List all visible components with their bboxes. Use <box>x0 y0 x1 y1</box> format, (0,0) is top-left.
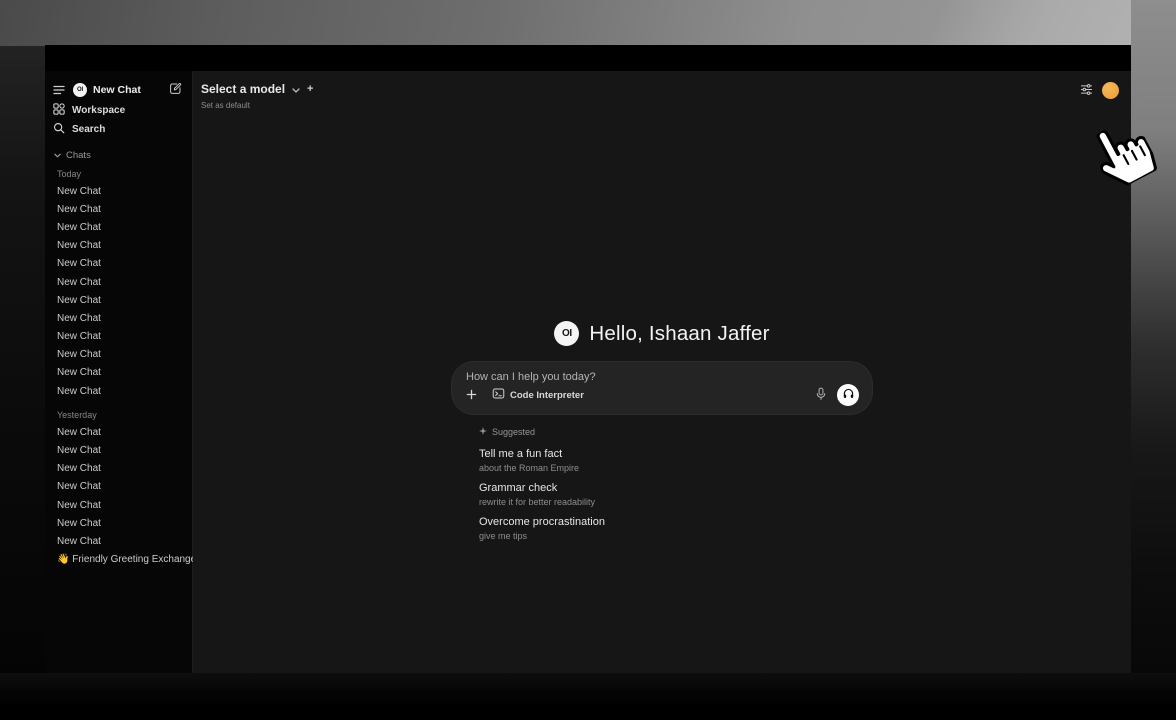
chat-list-item[interactable]: New Chat <box>45 255 192 273</box>
voice-input-button[interactable] <box>815 387 827 404</box>
chat-list-item[interactable]: New Chat <box>45 309 192 327</box>
suggestion-item[interactable]: Grammar check rewrite it for better read… <box>479 482 872 507</box>
main-panel: Select a model + Set as default <box>193 71 1131 673</box>
hero-section: OI Hello, Ishaan Jaffer How can I help y… <box>452 321 872 541</box>
background-gradient-right <box>1131 0 1176 720</box>
message-input[interactable]: How can I help you today? <box>466 371 859 383</box>
screen: OI New Chat Workspace <box>0 0 1176 720</box>
chat-list-item-named[interactable]: 👋 Friendly Greeting Exchange <box>45 551 192 569</box>
topbar: Select a model + Set as default <box>193 71 1131 115</box>
chat-list-item[interactable]: New Chat <box>45 441 192 459</box>
plus-icon <box>466 388 477 403</box>
suggestion-subtitle: rewrite it for better readability <box>479 497 872 507</box>
suggestion-item[interactable]: Tell me a fun fact about the Roman Empir… <box>479 448 872 473</box>
suggested-prompts: Suggested Tell me a fun fact about the R… <box>479 425 872 541</box>
suggestion-item[interactable]: Overcome procrastination give me tips <box>479 516 872 541</box>
search-icon <box>53 122 65 137</box>
suggestion-subtitle: about the Roman Empire <box>479 463 872 473</box>
chat-group-label: Yesterday <box>45 407 192 423</box>
chats-section-toggle[interactable]: Chats <box>45 146 192 164</box>
headphones-icon <box>842 387 855 403</box>
chevron-down-icon <box>54 150 61 161</box>
chat-list-item[interactable]: New Chat <box>45 182 192 200</box>
chat-list-item[interactable]: New Chat <box>45 382 192 400</box>
chat-group-label: Today <box>45 166 192 182</box>
chats-section-label: Chats <box>66 150 91 161</box>
app-logo: OI <box>73 83 87 97</box>
suggestion-list: Tell me a fun fact about the Roman Empir… <box>479 448 872 541</box>
chat-list-item[interactable]: New Chat <box>45 423 192 441</box>
microphone-icon <box>815 387 827 404</box>
chat-list-item[interactable]: New Chat <box>45 218 192 236</box>
sliders-icon <box>1080 83 1093 98</box>
sidebar-header: OI New Chat <box>45 79 192 101</box>
sidebar: OI New Chat Workspace <box>45 71 193 673</box>
new-chat-button[interactable] <box>169 82 182 98</box>
chat-list-item[interactable]: New Chat <box>45 291 192 309</box>
background-gradient-bottom <box>0 673 1176 720</box>
code-interpreter-toggle[interactable]: Code Interpreter <box>492 387 584 403</box>
chat-list-item[interactable]: New Chat <box>45 364 192 382</box>
suggestion-title: Tell me a fun fact <box>479 448 872 461</box>
sidebar-item-workspace[interactable]: Workspace <box>45 101 192 120</box>
app-logo-text: OI <box>77 87 83 93</box>
workspace-grid-icon <box>53 103 65 118</box>
set-as-default-button[interactable]: Set as default <box>201 101 313 110</box>
edit-pencil-icon <box>169 82 182 98</box>
greeting-text: Hello, Ishaan Jaffer <box>589 322 769 346</box>
background-gradient-left <box>0 46 45 720</box>
suggestion-title: Overcome procrastination <box>479 516 872 529</box>
sidebar-item-search[interactable]: Search <box>45 120 192 139</box>
chat-controls-button[interactable] <box>1080 83 1093 98</box>
add-model-button[interactable]: + <box>307 84 313 94</box>
call-mode-button[interactable] <box>837 384 859 406</box>
chat-list-item[interactable]: New Chat <box>45 237 192 255</box>
user-avatar[interactable] <box>1102 82 1119 99</box>
app-logo-text: OI <box>562 328 572 339</box>
model-selector-label: Select a model <box>201 82 285 96</box>
background-gradient-top <box>0 0 1176 46</box>
terminal-icon <box>492 387 505 403</box>
sidebar-item-label: Search <box>72 124 105 135</box>
chat-list-item[interactable]: New Chat <box>45 478 192 496</box>
greeting-row: OI Hello, Ishaan Jaffer <box>452 321 872 346</box>
chat-history-list: TodayNew ChatNew ChatNew ChatNew ChatNew… <box>45 166 192 551</box>
window-title-strip <box>45 45 1131 71</box>
chat-list-item[interactable]: New Chat <box>45 346 192 364</box>
chevron-down-icon <box>292 80 300 98</box>
hamburger-icon <box>53 85 65 95</box>
chat-list-item[interactable]: New Chat <box>45 273 192 291</box>
chat-list-item[interactable]: New Chat <box>45 514 192 532</box>
sparkle-icon <box>479 427 487 437</box>
suggestion-subtitle: give me tips <box>479 531 872 541</box>
sidebar-toggle-button[interactable] <box>53 85 65 95</box>
suggestion-title: Grammar check <box>479 482 872 495</box>
suggested-label: Suggested <box>492 427 535 437</box>
sidebar-item-label: Workspace <box>72 105 125 116</box>
sidebar-title: New Chat <box>93 84 169 96</box>
message-composer: How can I help you today? <box>452 362 872 414</box>
attach-plus-button[interactable] <box>466 388 477 403</box>
chat-list-item[interactable]: New Chat <box>45 532 192 550</box>
chat-list-item[interactable]: New Chat <box>45 460 192 478</box>
chat-list-item[interactable]: New Chat <box>45 328 192 346</box>
model-selector[interactable]: Select a model + <box>201 80 313 98</box>
chat-list-item[interactable]: New Chat <box>45 200 192 218</box>
code-interpreter-label: Code Interpreter <box>510 390 584 401</box>
app-window: OI New Chat Workspace <box>45 45 1131 673</box>
app-logo: OI <box>554 321 579 346</box>
chat-list-item[interactable]: New Chat <box>45 496 192 514</box>
